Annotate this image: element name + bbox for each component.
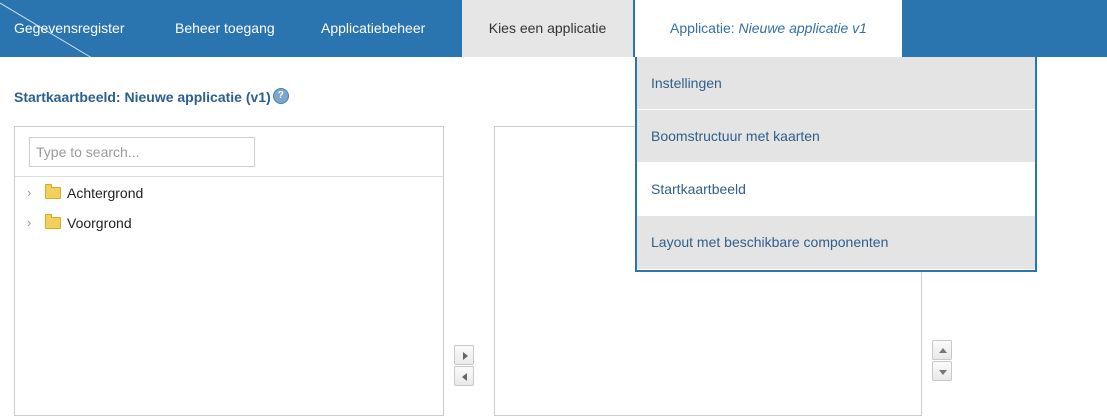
arrow-left-icon: [462, 373, 467, 381]
arrow-right-icon: [463, 352, 468, 360]
nav-item-applicatiebeheer[interactable]: Applicatiebeheer: [321, 0, 425, 57]
folder-icon: [45, 214, 61, 229]
tree-node-achtergrond[interactable]: › Achtergrond: [27, 182, 143, 204]
active-application-name: Nieuwe applicatie v1: [738, 20, 867, 36]
help-icon[interactable]: [272, 88, 289, 104]
arrow-up-icon: [939, 348, 947, 353]
nav-item-beheer-toegang[interactable]: Beheer toegang: [175, 0, 275, 57]
page-title: Startkaartbeeld: Nieuwe applicatie (v1): [14, 88, 289, 105]
chevron-right-icon[interactable]: ›: [27, 182, 41, 204]
move-right-button[interactable]: [454, 345, 474, 365]
arrow-down-icon: [939, 370, 947, 375]
nav-item-gegevensregister[interactable]: Gegevensregister: [14, 0, 125, 57]
active-application-prefix: Applicatie:: [670, 20, 739, 36]
tree-node-voorgrond[interactable]: › Voorgrond: [27, 212, 132, 234]
top-navigation-bar: Gegevensregister Beheer toegang Applicat…: [0, 0, 1107, 59]
layer-tree-panel: › Achtergrond › Voorgrond: [14, 126, 444, 416]
move-up-button[interactable]: [932, 340, 952, 360]
nav-item-active-application[interactable]: Applicatie: Nieuwe applicatie v1: [635, 0, 902, 57]
menu-item-boomstructuur[interactable]: Boomstructuur met kaarten: [637, 110, 1035, 163]
page-title-text: Startkaartbeeld: Nieuwe applicatie (v1): [14, 89, 271, 105]
tree-node-label: Achtergrond: [67, 185, 144, 201]
menu-item-layout[interactable]: Layout met beschikbare componenten: [637, 216, 1035, 269]
move-left-button[interactable]: [454, 366, 474, 386]
tree-node-label: Voorgrond: [67, 215, 132, 231]
chevron-right-icon[interactable]: ›: [27, 212, 41, 234]
folder-icon: [45, 184, 61, 199]
search-input[interactable]: [29, 137, 255, 167]
move-down-button[interactable]: [932, 361, 952, 381]
menu-item-startkaartbeeld[interactable]: Startkaartbeeld: [637, 163, 1035, 216]
nav-item-kies-een-applicatie[interactable]: Kies een applicatie: [462, 0, 633, 57]
application-dropdown-menu: Instellingen Boomstructuur met kaarten S…: [635, 57, 1037, 272]
menu-item-instellingen[interactable]: Instellingen: [637, 57, 1035, 110]
